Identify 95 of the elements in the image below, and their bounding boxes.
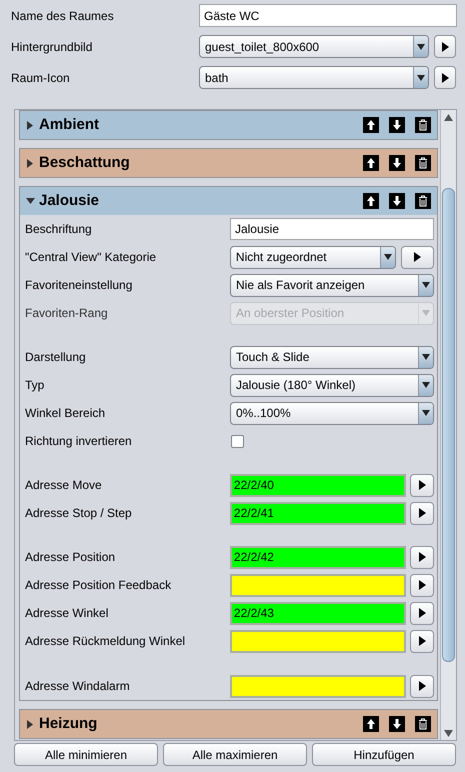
section-header[interactable]: Heizung bbox=[20, 710, 437, 738]
move-up-icon[interactable] bbox=[363, 716, 379, 732]
play-button[interactable] bbox=[410, 674, 434, 698]
move-up-icon[interactable] bbox=[363, 193, 379, 209]
caret-icon bbox=[417, 74, 425, 80]
trash-icon[interactable] bbox=[415, 117, 431, 133]
action-button[interactable]: Alle minimieren bbox=[14, 743, 158, 766]
field-label: Favoriteneinstellung bbox=[25, 277, 134, 294]
dropdown[interactable]: Jalousie (180° Winkel) bbox=[230, 374, 434, 396]
field-label: Adresse Winkel bbox=[25, 605, 110, 622]
section-title: Beschattung bbox=[39, 152, 131, 173]
play-button[interactable] bbox=[410, 602, 434, 624]
field-label: Adresse Position bbox=[25, 549, 116, 566]
field-label: Typ bbox=[25, 377, 46, 394]
play-button[interactable] bbox=[410, 474, 434, 496]
checkbox[interactable] bbox=[231, 434, 244, 448]
play-button[interactable] bbox=[410, 630, 434, 652]
expand-icon[interactable] bbox=[26, 120, 35, 130]
play-icon bbox=[418, 580, 426, 590]
play-icon bbox=[418, 480, 426, 490]
field-label: Adresse Rückmeldung Winkel bbox=[25, 633, 186, 650]
dropdown[interactable]: bath bbox=[199, 66, 429, 89]
trash-icon[interactable] bbox=[415, 155, 431, 171]
field-label: Adresse Stop / Step bbox=[25, 505, 133, 522]
address-field[interactable]: 22/2/41 bbox=[230, 502, 406, 524]
scrollbar[interactable] bbox=[440, 110, 456, 740]
section-header[interactable]: Jalousie bbox=[20, 187, 437, 215]
play-icon bbox=[418, 608, 426, 618]
caret-icon bbox=[422, 382, 430, 388]
caret-icon bbox=[422, 410, 430, 416]
caret-icon bbox=[384, 254, 392, 260]
dropdown[interactable]: Touch & Slide bbox=[230, 346, 434, 368]
play-icon bbox=[418, 508, 426, 518]
dropdown[interactable]: 0%..100% bbox=[230, 402, 434, 424]
play-icon bbox=[418, 681, 426, 691]
action-button[interactable]: Hinzufügen bbox=[312, 743, 456, 766]
play-button[interactable] bbox=[434, 35, 456, 58]
trash-icon[interactable] bbox=[415, 193, 431, 209]
field-label: Name des Raumes bbox=[11, 8, 115, 24]
play-icon bbox=[414, 252, 421, 262]
dropdown[interactable]: Nie als Favorit anzeigen bbox=[230, 274, 434, 296]
expand-icon[interactable] bbox=[26, 720, 35, 728]
section-title: Heizung bbox=[39, 714, 98, 734]
move-up-icon[interactable] bbox=[363, 117, 379, 133]
play-button[interactable] bbox=[434, 66, 456, 89]
field-label: Winkel Bereich bbox=[25, 405, 106, 422]
play-button[interactable] bbox=[410, 574, 434, 596]
address-field[interactable] bbox=[230, 630, 406, 652]
address-field[interactable] bbox=[230, 574, 406, 596]
move-down-icon[interactable] bbox=[389, 155, 405, 171]
dropdown[interactable]: guest_toilet_800x600 bbox=[199, 35, 429, 58]
field-label: Adresse Windalarm bbox=[25, 678, 131, 695]
dropdown: An oberster Position bbox=[230, 302, 434, 324]
scrollbar-thumb[interactable] bbox=[442, 188, 455, 662]
caret-icon bbox=[417, 44, 425, 50]
section-title: Ambient bbox=[39, 114, 100, 135]
play-icon bbox=[442, 72, 448, 82]
expand-icon[interactable] bbox=[26, 158, 35, 168]
play-icon bbox=[442, 42, 448, 52]
caret-icon bbox=[422, 310, 430, 316]
move-down-icon[interactable] bbox=[389, 117, 405, 133]
trash-icon[interactable] bbox=[415, 716, 431, 732]
play-icon bbox=[418, 552, 426, 562]
text-field[interactable]: Gäste WC bbox=[199, 4, 457, 27]
move-down-icon[interactable] bbox=[389, 193, 405, 209]
field-label: Darstellung bbox=[25, 349, 87, 366]
field-label: Raum-Icon bbox=[11, 70, 71, 86]
caret-icon bbox=[422, 354, 430, 360]
section-header[interactable]: Ambient bbox=[20, 111, 437, 139]
play-button[interactable] bbox=[401, 246, 434, 268]
scroll-up-icon[interactable] bbox=[444, 114, 453, 120]
field-label: "Central View" Kategorie bbox=[25, 249, 158, 266]
section-header[interactable]: Beschattung bbox=[20, 149, 437, 177]
field-label: Favoriten-Rang bbox=[25, 305, 109, 322]
field-label: Beschriftung bbox=[25, 221, 93, 238]
address-field[interactable] bbox=[230, 674, 406, 698]
text-field[interactable]: Jalousie bbox=[230, 218, 434, 240]
address-field[interactable]: 22/2/42 bbox=[230, 546, 406, 568]
address-field[interactable]: 22/2/40 bbox=[230, 474, 406, 496]
move-up-icon[interactable] bbox=[363, 155, 379, 171]
section-title: Jalousie bbox=[39, 190, 100, 211]
field-label: Richtung invertieren bbox=[25, 433, 133, 450]
address-field[interactable]: 22/2/43 bbox=[230, 602, 406, 624]
collapse-icon[interactable] bbox=[26, 196, 35, 206]
field-label: Hintergrundbild bbox=[11, 38, 94, 56]
play-icon bbox=[418, 636, 426, 646]
play-button[interactable] bbox=[410, 502, 434, 524]
caret-icon bbox=[422, 282, 430, 288]
field-label: Adresse Position Feedback bbox=[25, 577, 172, 594]
play-button[interactable] bbox=[410, 546, 434, 568]
dropdown[interactable]: Nicht zugeordnet bbox=[230, 246, 396, 268]
move-down-icon[interactable] bbox=[389, 716, 405, 732]
field-label: Adresse Move bbox=[25, 477, 103, 494]
action-button[interactable]: Alle maximieren bbox=[163, 743, 307, 766]
scroll-down-icon[interactable] bbox=[444, 730, 453, 736]
